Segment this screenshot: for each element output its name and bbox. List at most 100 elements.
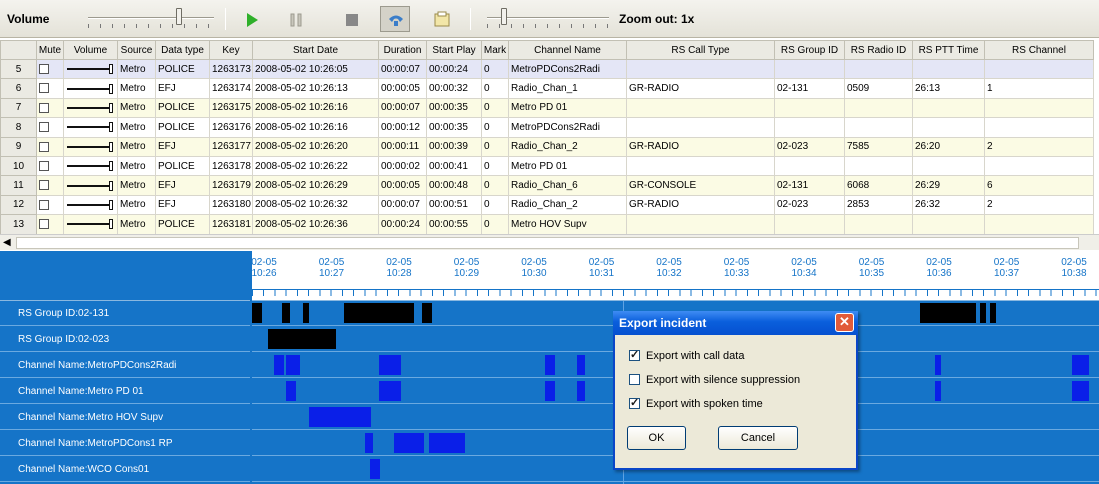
volume-cell[interactable] [63, 194, 118, 216]
play-button[interactable] [236, 6, 266, 32]
column-header[interactable]: Mute [36, 40, 64, 60]
timeline-event-block[interactable] [274, 355, 284, 375]
export-spoken-time-checkbox[interactable]: Export with spoken time [629, 396, 763, 410]
mute-checkbox[interactable] [39, 141, 49, 152]
table-row[interactable]: 5 Metro POLICE 1263173 2008-05-02 10:26:05 00… [0, 58, 1094, 80]
export-silence-suppression-checkbox[interactable]: Export with silence suppression [629, 374, 800, 386]
column-header[interactable]: RS Radio ID [844, 40, 913, 60]
column-header[interactable]: Channel Name [508, 40, 627, 60]
row-volume-slider[interactable] [66, 83, 115, 94]
timeline-event-block[interactable] [920, 303, 976, 323]
mute-checkbox[interactable] [39, 199, 49, 210]
row-volume-slider[interactable] [66, 102, 115, 113]
timeline-event-block[interactable] [422, 303, 432, 323]
timeline-event-block[interactable] [303, 303, 309, 323]
table-row[interactable]: 11 Metro EFJ 1263179 2008-05-02 10:26:29 00:0… [0, 175, 1094, 196]
row-volume-slider[interactable] [66, 141, 115, 152]
timeline-event-block[interactable] [370, 459, 380, 479]
column-header[interactable] [0, 40, 37, 60]
volume-cell[interactable] [63, 117, 118, 138]
timeline-event-block[interactable] [935, 355, 941, 375]
volume-cell[interactable] [63, 214, 118, 234]
mute-cell[interactable] [36, 58, 64, 80]
volume-cell[interactable] [63, 136, 118, 157]
mute-cell[interactable] [36, 117, 64, 138]
mute-cell[interactable] [36, 214, 64, 234]
row-volume-slider[interactable] [66, 199, 115, 210]
timeline-event-block[interactable] [379, 355, 401, 375]
mute-checkbox[interactable] [39, 122, 49, 133]
timeline-event-block[interactable] [344, 303, 414, 323]
mute-checkbox[interactable] [39, 64, 49, 75]
row-volume-slider[interactable] [66, 219, 115, 230]
column-header[interactable]: Volume [63, 40, 118, 60]
timeline-event-block[interactable] [365, 433, 373, 453]
volume-cell[interactable] [63, 97, 118, 119]
close-icon[interactable]: ✕ [835, 313, 854, 332]
column-header[interactable]: Duration [378, 40, 427, 60]
timeline-event-block[interactable] [268, 329, 336, 349]
mute-checkbox[interactable] [39, 83, 49, 94]
zoom-slider[interactable] [487, 7, 609, 31]
timeline-ruler[interactable]: 02-05 10:26 02-05 10:27 02-05 10:28 02-05 10:29… [251, 251, 1099, 301]
timeline-event-block[interactable] [286, 355, 300, 375]
checkbox-icon[interactable] [629, 374, 640, 385]
mute-cell[interactable] [36, 175, 64, 196]
timeline-event-block[interactable] [309, 407, 371, 427]
table-row[interactable]: 12 Metro EFJ 1263180 2008-05-02 10:26:32 00:0… [0, 194, 1094, 216]
row-volume-slider[interactable] [66, 180, 115, 191]
pause-button[interactable] [280, 6, 310, 32]
timeline-event-block[interactable] [379, 381, 401, 401]
table-row[interactable]: 10 Metro POLICE 1263178 2008-05-02 10:26:22 0… [0, 155, 1094, 177]
horizontal-scrollbar[interactable]: ◀ [0, 234, 1099, 250]
scroll-left-icon[interactable]: ◀ [3, 237, 11, 248]
row-volume-slider[interactable] [66, 122, 115, 133]
timeline-event-block[interactable] [980, 303, 986, 323]
stop-button[interactable] [336, 6, 366, 32]
column-header[interactable]: Key [209, 40, 253, 60]
timeline-event-block[interactable] [394, 433, 424, 453]
volume-cell[interactable] [63, 58, 118, 80]
mute-cell[interactable] [36, 136, 64, 157]
ok-button[interactable]: OK [627, 426, 686, 450]
mute-cell[interactable] [36, 78, 64, 99]
table-row[interactable]: 9 Metro EFJ 1263177 2008-05-02 10:26:20 00:00… [0, 136, 1094, 157]
row-volume-slider[interactable] [66, 64, 115, 75]
mute-checkbox[interactable] [39, 180, 49, 191]
scrollbar-thumb[interactable] [16, 237, 1079, 249]
mute-cell[interactable] [36, 97, 64, 119]
timeline-event-block[interactable] [1072, 381, 1089, 401]
mute-cell[interactable] [36, 155, 64, 177]
column-header[interactable]: RS Channel [984, 40, 1094, 60]
zoom-slider-thumb[interactable] [501, 8, 507, 25]
row-volume-slider[interactable] [66, 161, 115, 172]
checkbox-icon[interactable] [629, 396, 640, 409]
timeline-event-block[interactable] [1072, 355, 1089, 375]
volume-cell[interactable] [63, 175, 118, 196]
table-row[interactable]: 8 Metro POLICE 1263176 2008-05-02 10:26:16 00… [0, 117, 1094, 138]
column-header[interactable]: RS Group ID [774, 40, 845, 60]
volume-cell[interactable] [63, 155, 118, 177]
mute-checkbox[interactable] [39, 219, 49, 230]
export-call-data-checkbox[interactable]: Export with call data [629, 348, 744, 362]
timeline-event-block[interactable] [252, 303, 262, 323]
timeline-event-block[interactable] [282, 303, 290, 323]
volume-slider-thumb[interactable] [176, 8, 182, 25]
cancel-button[interactable]: Cancel [718, 426, 798, 450]
export-button[interactable] [426, 6, 456, 32]
column-header[interactable]: Start Date [252, 40, 379, 60]
column-header[interactable]: Mark [481, 40, 509, 60]
timeline-event-block[interactable] [577, 381, 585, 401]
timeline-event-block[interactable] [577, 355, 585, 375]
checkbox-icon[interactable] [629, 348, 640, 361]
column-header[interactable]: RS Call Type [626, 40, 775, 60]
timeline-event-block[interactable] [429, 433, 465, 453]
timeline-event-block[interactable] [545, 381, 555, 401]
timeline-event-block[interactable] [990, 303, 996, 323]
mute-checkbox[interactable] [39, 161, 49, 171]
mute-cell[interactable] [36, 194, 64, 216]
phone-button[interactable] [380, 6, 410, 32]
volume-slider[interactable] [88, 7, 214, 31]
mute-checkbox[interactable] [39, 102, 49, 113]
column-header[interactable]: Start Play [426, 40, 482, 60]
